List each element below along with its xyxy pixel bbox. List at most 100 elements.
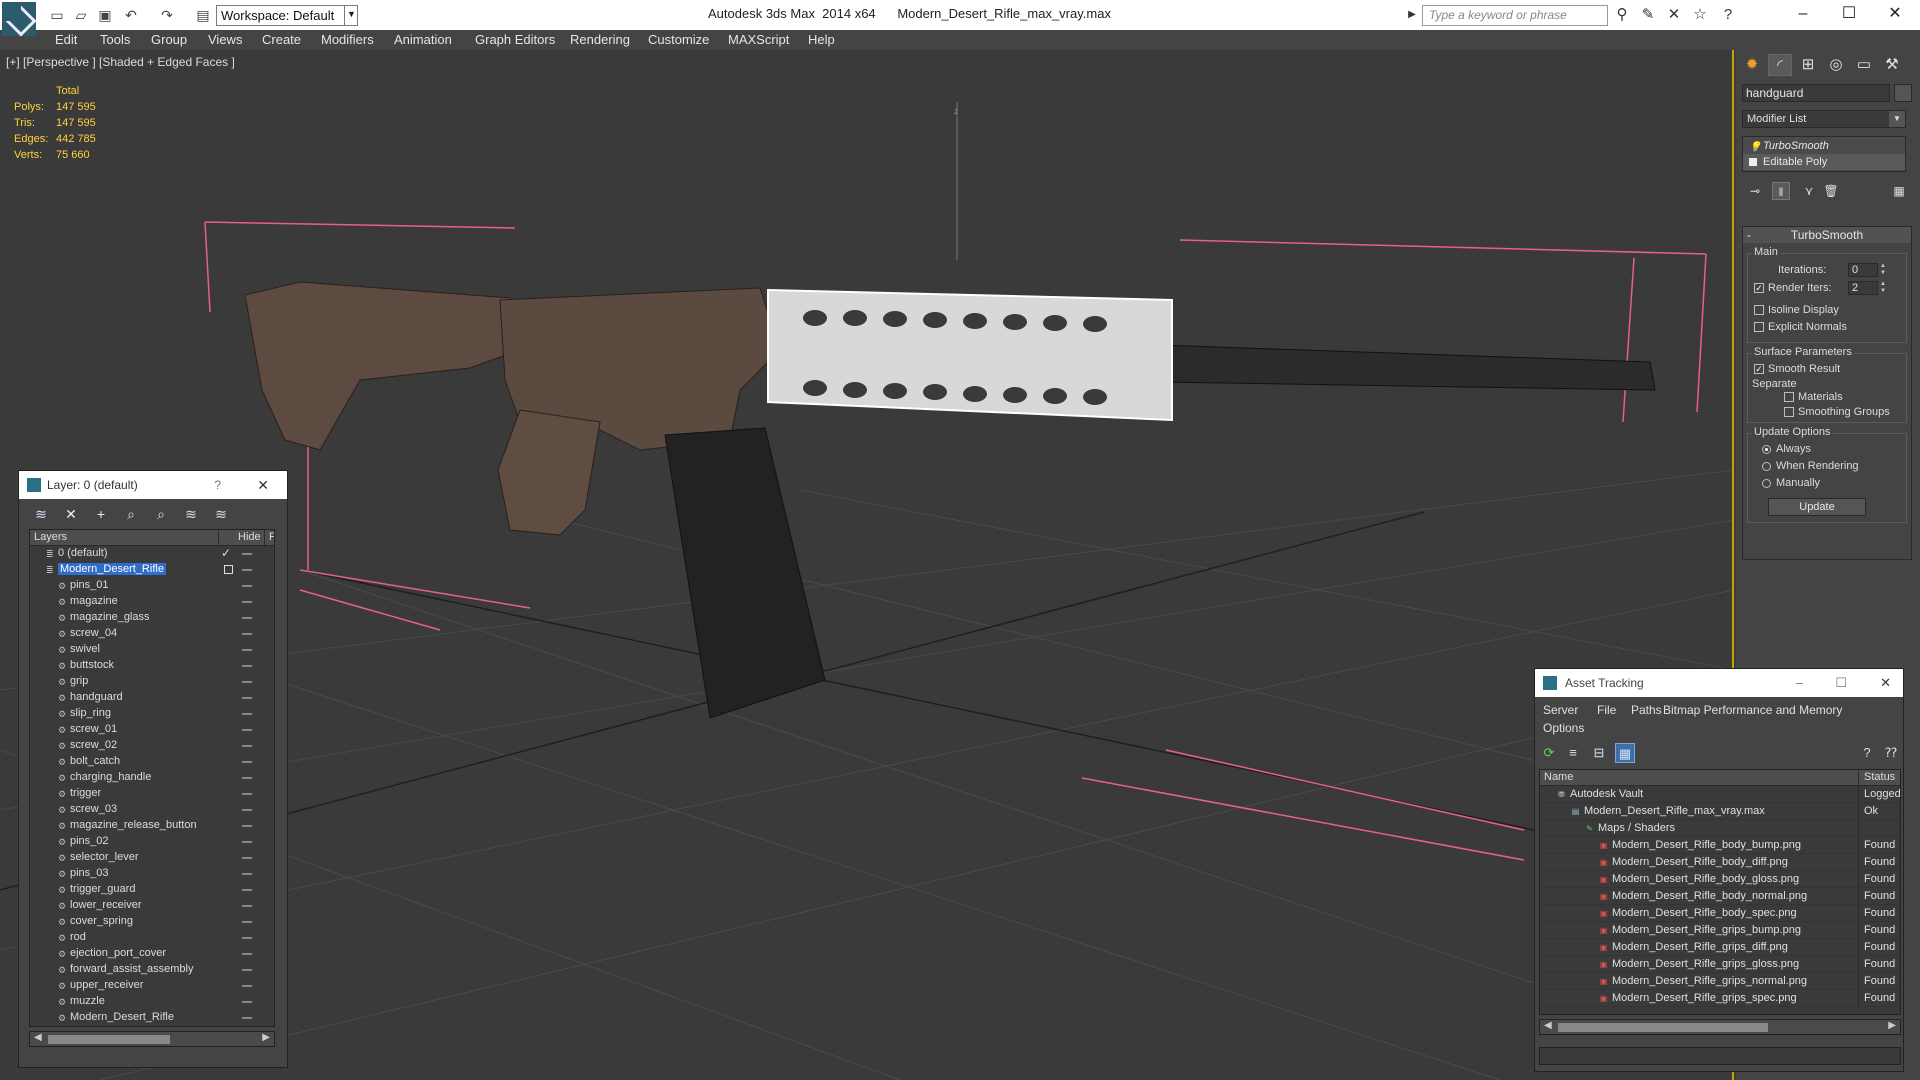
- layer-row[interactable]: ⚙ screw_03: [30, 802, 274, 818]
- chevron-down-icon[interactable]: ▼: [1889, 111, 1905, 127]
- layer-row[interactable]: ⚙ slip_ring: [30, 706, 274, 722]
- scroll-left-icon[interactable]: ◀: [34, 1032, 42, 1043]
- hide-toggle[interactable]: [242, 889, 252, 891]
- hide-toggle[interactable]: [242, 873, 252, 875]
- maximize-button[interactable]: ☐: [1826, 0, 1872, 30]
- delete-layer-icon[interactable]: ✕: [61, 505, 81, 523]
- hide-toggle[interactable]: [242, 601, 252, 603]
- redo-icon[interactable]: ↷: [158, 6, 176, 24]
- freeze-all-layers-icon[interactable]: ≋: [211, 505, 231, 523]
- explicit-normals-checkbox[interactable]: [1754, 322, 1764, 332]
- hide-toggle[interactable]: [242, 681, 252, 683]
- expand-search-icon[interactable]: ▶: [1402, 6, 1422, 24]
- asset-row[interactable]: ▣ Modern_Desert_Rifle_body_diff.png Found: [1540, 854, 1900, 871]
- menu-customize[interactable]: Customize: [648, 32, 709, 47]
- hide-toggle[interactable]: [242, 745, 252, 747]
- scrollbar-thumb[interactable]: [1558, 1023, 1768, 1032]
- layer-row[interactable]: ⚙ muzzle: [30, 994, 274, 1010]
- layer-row[interactable]: ⚙ selector_lever: [30, 850, 274, 866]
- stack-item-editable-poly[interactable]: Editable Poly: [1743, 154, 1905, 170]
- hide-toggle[interactable]: [242, 713, 252, 715]
- select-objects-icon[interactable]: ⌕: [121, 505, 141, 523]
- hide-toggle[interactable]: [242, 825, 252, 827]
- asset-row[interactable]: ✎ Maps / Shaders: [1540, 820, 1900, 837]
- asset-path-field[interactable]: [1539, 1047, 1901, 1065]
- layer-row[interactable]: ⚙ cover_spring: [30, 914, 274, 930]
- layer-row[interactable]: ⚙ charging_handle: [30, 770, 274, 786]
- chevron-down-icon[interactable]: ▼: [344, 5, 358, 26]
- asset-row[interactable]: ▣ Modern_Desert_Rifle_body_spec.png Found: [1540, 905, 1900, 922]
- layer-row[interactable]: ⚙ pins_02: [30, 834, 274, 850]
- layer-row[interactable]: ⚙ screw_01: [30, 722, 274, 738]
- hide-toggle[interactable]: [242, 921, 252, 923]
- asset-row[interactable]: ▣ Modern_Desert_Rifle_grips_diff.png Found: [1540, 939, 1900, 956]
- hide-toggle[interactable]: [242, 585, 252, 587]
- iterations-spinner[interactable]: 0: [1848, 263, 1878, 277]
- asset-row[interactable]: ▣ Modern_Desert_Rifle_grips_bump.png Found: [1540, 922, 1900, 939]
- stack-item-turbosmooth[interactable]: 💡 TurboSmooth: [1743, 138, 1905, 154]
- save-icon[interactable]: ▣: [96, 6, 114, 24]
- menu-paths[interactable]: Paths: [1631, 703, 1662, 717]
- list-view-icon[interactable]: ≡: [1563, 743, 1583, 763]
- asset-row[interactable]: ▣ Modern_Desert_Rifle_body_bump.png Found: [1540, 837, 1900, 854]
- layer-row[interactable]: ⚙ magazine_glass: [30, 610, 274, 626]
- when-rendering-radio[interactable]: [1762, 462, 1771, 471]
- menu-create[interactable]: Create: [262, 32, 301, 47]
- motion-tab-icon[interactable]: ◎: [1824, 54, 1848, 76]
- workspace-dropdown[interactable]: Workspace: Default: [216, 5, 358, 26]
- smoothing-groups-checkbox[interactable]: [1784, 407, 1794, 417]
- hide-toggle[interactable]: [242, 553, 252, 555]
- asset-row[interactable]: ⛃ Autodesk Vault Logged Ou: [1540, 786, 1900, 803]
- pin-stack-icon[interactable]: ⊸: [1746, 182, 1764, 200]
- layer-horizontal-scrollbar[interactable]: ◀ ▶: [29, 1031, 275, 1047]
- layer-row[interactable]: ⚙ rod: [30, 930, 274, 946]
- make-unique-icon[interactable]: ⋎: [1800, 182, 1818, 200]
- hide-toggle[interactable]: [242, 985, 252, 987]
- display-tab-icon[interactable]: ▭: [1852, 54, 1876, 76]
- layer-row[interactable]: ⚙ pins_01: [30, 578, 274, 594]
- hide-toggle[interactable]: [242, 937, 252, 939]
- spinner-arrows-icon[interactable]: ▲ ▼: [1879, 263, 1887, 277]
- minimize-button[interactable]: –: [1796, 669, 1803, 697]
- menu-animation[interactable]: Animation: [394, 32, 452, 47]
- make-current-box[interactable]: [224, 565, 233, 574]
- layer-row[interactable]: ⚙ handguard: [30, 690, 274, 706]
- hide-toggle[interactable]: [242, 777, 252, 779]
- menu-maxscript[interactable]: MAXScript: [728, 32, 789, 47]
- hide-toggle[interactable]: [242, 953, 252, 955]
- create-layer-icon[interactable]: ≋: [31, 505, 51, 523]
- scroll-right-icon[interactable]: ▶: [262, 1032, 270, 1043]
- whats-this-icon[interactable]: ⁇: [1881, 743, 1901, 763]
- menu-rendering[interactable]: Rendering: [570, 32, 630, 47]
- layer-row[interactable]: ⚙ upper_receiver: [30, 978, 274, 994]
- hide-toggle[interactable]: [242, 841, 252, 843]
- manually-radio[interactable]: [1762, 479, 1771, 488]
- utilities-tab-icon[interactable]: ⚒: [1880, 54, 1904, 76]
- close-icon[interactable]: ✕: [257, 471, 269, 499]
- object-name-field[interactable]: handguard: [1742, 84, 1890, 102]
- render-iters-spinner[interactable]: 2: [1848, 281, 1878, 295]
- layer-row[interactable]: ⚙ bolt_catch: [30, 754, 274, 770]
- layer-row[interactable]: ⚙ magazine: [30, 594, 274, 610]
- smooth-result-checkbox[interactable]: ✓: [1754, 364, 1764, 374]
- layer-row[interactable]: ⚙ grip: [30, 674, 274, 690]
- app-logo-icon[interactable]: [2, 2, 36, 36]
- layer-row[interactable]: ⚙ forward_assist_assembly: [30, 962, 274, 978]
- column-status[interactable]: Status: [1864, 771, 1895, 783]
- add-to-layer-icon[interactable]: +: [91, 505, 111, 523]
- project-folder-icon[interactable]: ▤: [194, 6, 212, 24]
- layer-row[interactable]: ≣ 0 (default) ✓: [30, 546, 274, 562]
- hide-toggle[interactable]: [242, 1017, 252, 1019]
- column-layers[interactable]: Layers: [34, 531, 67, 543]
- layer-row[interactable]: ⚙ pins_03: [30, 866, 274, 882]
- scroll-left-icon[interactable]: ◀: [1544, 1020, 1552, 1031]
- menu-bitmap-performance[interactable]: Bitmap Performance and Memory: [1663, 703, 1842, 717]
- column-hide[interactable]: Hide: [238, 531, 261, 543]
- show-end-result-icon[interactable]: ‖: [1772, 182, 1790, 200]
- asset-row[interactable]: ▣ Modern_Desert_Rifle_body_gloss.png Found: [1540, 871, 1900, 888]
- layer-row[interactable]: ≣ Modern_Desert_Rifle: [30, 562, 274, 578]
- hide-all-layers-icon[interactable]: ≋: [181, 505, 201, 523]
- menu-server[interactable]: Server: [1543, 703, 1578, 717]
- help-icon[interactable]: ?: [1718, 6, 1738, 24]
- asset-row[interactable]: ▤ Modern_Desert_Rifle_max_vray.max Ok: [1540, 803, 1900, 820]
